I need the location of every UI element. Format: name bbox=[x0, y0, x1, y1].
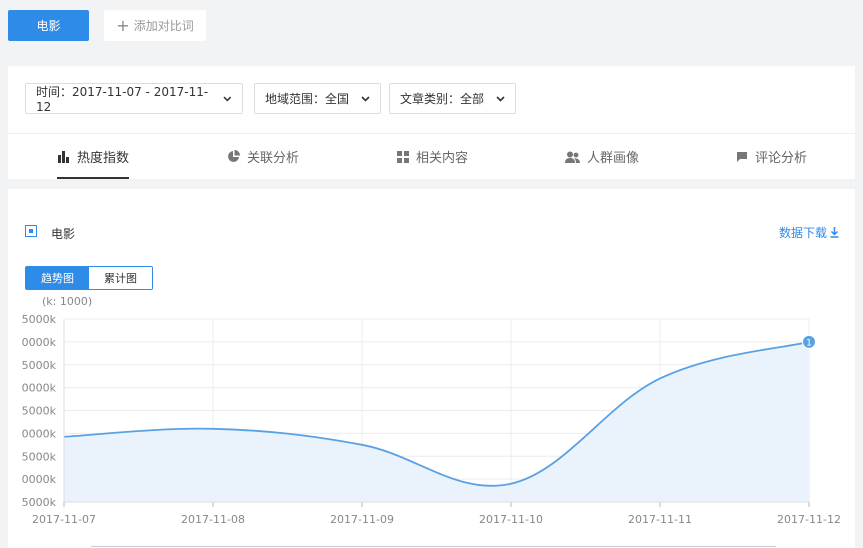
y-tick-label: 0000k bbox=[22, 336, 57, 349]
x-tick-label: 2017-11-08 bbox=[181, 513, 245, 526]
y-tick-label: 0000k bbox=[22, 473, 57, 486]
y-tick-label: 5000k bbox=[22, 313, 57, 326]
chart-area-layer bbox=[63, 341, 810, 502]
y-tick-label: 0000k bbox=[22, 427, 57, 440]
x-tick-label: 2017-11-12 bbox=[777, 513, 841, 526]
x-tick-label: 2017-11-07 bbox=[32, 513, 96, 526]
y-tick-label: 5000k bbox=[22, 496, 57, 509]
end-point-marker-label: 1 bbox=[806, 338, 812, 348]
series-area-fill bbox=[64, 341, 809, 502]
y-tick-label: 5000k bbox=[22, 405, 57, 418]
y-tick-label: 5000k bbox=[22, 450, 57, 463]
x-tick-label: 2017-11-11 bbox=[628, 513, 692, 526]
trend-chart: 5000k 0000k 5000k 0000k 5000k 0000k 5000k 0000k… bbox=[22, 313, 841, 547]
y-tick-label: 0000k bbox=[22, 382, 57, 395]
x-tick-label: 2017-11-09 bbox=[330, 513, 394, 526]
chart-marker-layer: 1 bbox=[802, 334, 816, 349]
x-tick-label: 2017-11-10 bbox=[479, 513, 543, 526]
y-tick-label: 5000k bbox=[22, 359, 57, 372]
